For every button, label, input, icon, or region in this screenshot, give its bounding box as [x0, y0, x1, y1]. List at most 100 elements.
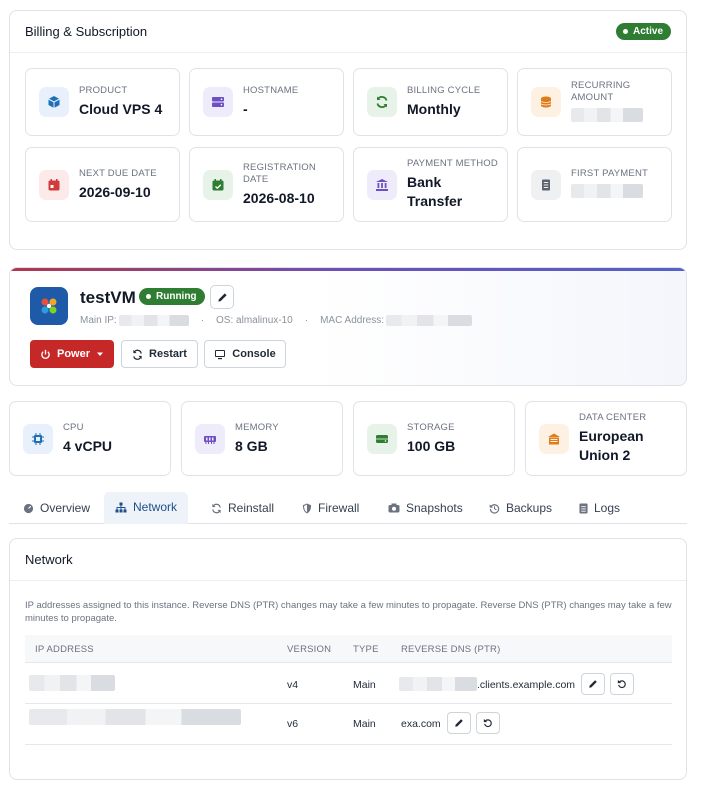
- billing-header: Billing & Subscription Active: [10, 11, 686, 53]
- redacted-ptr: [399, 677, 477, 691]
- tile-recurring-amount: RECURRING AMOUNT: [517, 68, 672, 136]
- tile-label: PRODUCT: [79, 85, 128, 96]
- network-icon: [115, 502, 127, 512]
- table-header: IP ADDRESS VERSION TYPE REVERSE DNS (PTR…: [25, 635, 672, 663]
- cpu-icon: [23, 423, 53, 454]
- redacted-value: [571, 184, 643, 198]
- tile-billing-cycle: BILLING CYCLE Monthly: [353, 68, 508, 136]
- tile-value: 2026-08-10: [243, 189, 315, 206]
- mac-label: MAC Address:: [320, 315, 384, 326]
- restart-button[interactable]: Restart: [121, 340, 198, 368]
- spec-value: European Union 2: [579, 428, 644, 463]
- redacted-ip: [29, 675, 115, 691]
- network-description: IP addresses assigned to this instance. …: [25, 600, 672, 624]
- tile-label: NEXT DUE DATE: [79, 167, 157, 179]
- pencil-icon: [455, 719, 463, 727]
- table-row: v6 Main exa.com: [25, 704, 672, 745]
- tile-value: Monthly: [407, 101, 461, 117]
- tab-backups[interactable]: Backups: [478, 492, 563, 524]
- tile-product: PRODUCT Cloud VPS 4: [25, 68, 180, 136]
- ip-type: Main: [353, 718, 376, 730]
- edit-ptr-button[interactable]: [581, 673, 605, 695]
- edit-name-button[interactable]: [210, 285, 234, 309]
- calendar-icon: [39, 169, 69, 200]
- building-icon: [539, 423, 569, 454]
- tile-label: HOSTNAME: [243, 85, 299, 96]
- tile-label: BILLING CYCLE: [407, 85, 481, 96]
- tab-logs[interactable]: Logs: [568, 492, 631, 524]
- caret-down-icon: [97, 352, 103, 356]
- spec-value: 100 GB: [407, 437, 456, 454]
- redacted-ip: [118, 315, 189, 326]
- restart-icon: [133, 349, 142, 360]
- power-button[interactable]: Power: [30, 340, 114, 368]
- vm-card: testVM Running Main IP: · OS: almalinux-…: [9, 267, 687, 386]
- spec-label: STORAGE: [407, 421, 455, 433]
- tile-value: 2026-09-10: [79, 183, 151, 200]
- spec-memory: MEMORY 8 GB: [181, 401, 343, 476]
- vm-os-logo: [30, 287, 68, 325]
- tile-first-payment: FIRST PAYMENT: [517, 147, 672, 222]
- monitor-icon: [215, 349, 226, 359]
- tab-network[interactable]: Network: [104, 492, 189, 524]
- spec-storage: STORAGE 100 GB: [353, 401, 515, 476]
- ptr-value: .clients.example.com: [477, 679, 576, 691]
- status-badge: Active: [615, 23, 671, 40]
- tile-hostname: HOSTNAME -: [189, 68, 344, 136]
- coins-icon: [531, 87, 561, 117]
- vm-accent-bar: [10, 268, 686, 271]
- reset-ptr-button[interactable]: [610, 673, 634, 695]
- network-card: Network IP addresses assigned to this in…: [9, 538, 687, 780]
- server-icon: [203, 87, 233, 117]
- network-header: Network: [10, 539, 686, 581]
- shield-icon: [302, 502, 312, 514]
- ip-version: v4: [287, 679, 299, 691]
- status-badge-running: Running: [139, 288, 205, 305]
- tile-value: Bank Transfer: [407, 174, 463, 209]
- col-version: VERSION: [287, 644, 332, 655]
- file-icon: [579, 503, 588, 513]
- redacted-value: [571, 107, 643, 122]
- vm-name: testVM: [80, 288, 136, 307]
- undo-icon: [617, 679, 626, 689]
- undo-icon: [483, 718, 492, 728]
- history-icon: [489, 503, 500, 514]
- vm-meta: Main IP: · OS: almalinux-10 · MAC Addres…: [80, 315, 472, 326]
- ip-version: v6: [287, 718, 299, 730]
- spec-label: DATA CENTER: [579, 412, 647, 423]
- redacted-mac: [386, 315, 472, 326]
- spec-value: 8 GB: [235, 437, 268, 454]
- bank-icon: [367, 169, 397, 200]
- spec-cpu: CPU 4 vCPU: [9, 401, 171, 476]
- pencil-icon: [217, 292, 227, 302]
- power-icon: [41, 349, 50, 359]
- tab-snapshots[interactable]: Snapshots: [377, 492, 474, 524]
- reset-ptr-button[interactable]: [476, 712, 500, 734]
- pencil-icon: [589, 680, 597, 688]
- col-ip-address: IP ADDRESS: [35, 644, 94, 655]
- calendar-check-icon: [203, 169, 233, 200]
- redacted-ip: [29, 709, 241, 725]
- main-ip-label: Main IP:: [80, 315, 117, 326]
- tab-bar: Overview Network Reinstall Firewall Snap…: [9, 492, 687, 524]
- tile-label: FIRST PAYMENT: [571, 168, 649, 179]
- spec-data-center: DATA CENTER European Union 2: [525, 401, 687, 476]
- tab-reinstall[interactable]: Reinstall: [200, 492, 285, 524]
- edit-ptr-button[interactable]: [447, 712, 471, 734]
- spec-value: 4 vCPU: [63, 437, 113, 454]
- spec-label: CPU: [63, 421, 84, 433]
- spec-label: MEMORY: [235, 421, 279, 433]
- camera-icon: [388, 503, 400, 513]
- console-button[interactable]: Console: [204, 340, 286, 368]
- hdd-icon: [367, 423, 397, 454]
- tab-overview[interactable]: Overview: [12, 492, 101, 524]
- tile-next-due-date: NEXT DUE DATE 2026-09-10: [25, 147, 180, 222]
- col-reverse-dns: REVERSE DNS (PTR): [401, 644, 501, 655]
- tab-firewall[interactable]: Firewall: [291, 492, 370, 524]
- os-label: OS: almalinux-10: [216, 315, 293, 326]
- ptr-value: exa.com: [401, 718, 441, 730]
- cube-icon: [39, 87, 69, 117]
- ip-type: Main: [353, 679, 376, 691]
- receipt-icon: [531, 169, 561, 200]
- tile-value: Cloud VPS 4: [79, 101, 163, 117]
